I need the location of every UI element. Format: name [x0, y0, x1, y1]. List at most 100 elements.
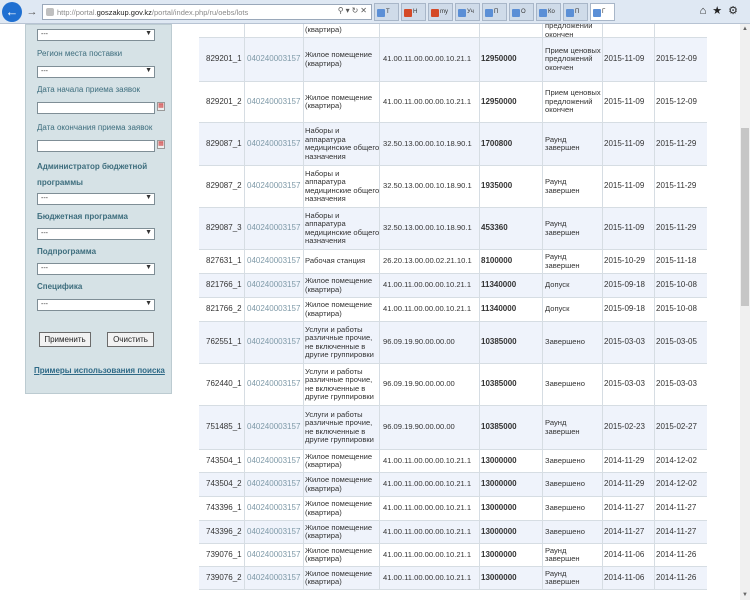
table-row: 821766_2 040240003157 Жилое помещение (ква…: [199, 298, 707, 322]
lot-name: Жилое помещение (квартира): [305, 475, 373, 493]
customer-bin-link[interactable]: 040240003157: [247, 38, 305, 81]
scroll-up-arrow-icon[interactable]: ▲: [740, 24, 750, 34]
ktru-code: 41.00.11.00.00.00.10.21.1: [383, 549, 472, 559]
column-divider: [654, 521, 655, 544]
table-row: (квартира) предложений окончен: [199, 24, 707, 38]
table-row: 743504_1 040240003157 Жилое помещение (ква…: [199, 450, 707, 473]
browser-tab[interactable]: П: [563, 3, 588, 21]
customer-bin-link[interactable]: 040240003157: [247, 406, 305, 449]
column-divider: [654, 166, 655, 208]
first-select[interactable]: --- ▼: [37, 29, 155, 41]
star-icon[interactable]: ★: [712, 5, 728, 17]
customer-bin-link[interactable]: 040240003157: [247, 274, 305, 297]
lot-name: Жилое помещение (квартира): [305, 50, 373, 68]
scroll-down-arrow-icon[interactable]: ▼: [740, 590, 750, 600]
address-url[interactable]: http://portal.goszakup.gov.kz/portal/ind…: [57, 8, 248, 17]
customer-bin-link[interactable]: 040240003157: [247, 497, 305, 520]
browser-tab[interactable]: О: [509, 3, 534, 21]
customer-bin-link[interactable]: 040240003157: [247, 123, 305, 165]
column-divider: [244, 24, 245, 38]
column-divider: [602, 250, 603, 274]
specific-select[interactable]: --- ▼: [37, 299, 155, 311]
vertical-scrollbar[interactable]: ▲ ▼: [740, 24, 750, 600]
home-icon[interactable]: ⌂: [700, 5, 713, 17]
column-divider: [244, 521, 245, 544]
search-examples-link[interactable]: Примеры использования поиска: [34, 366, 165, 375]
table-row: 743396_1 040240003157 Жилое помещение (ква…: [199, 497, 707, 521]
apply-button[interactable]: Применить: [39, 332, 91, 347]
start-date: 2014-11-06: [604, 549, 645, 559]
lot-name: (квартира): [305, 25, 342, 35]
budget-label: Бюджетная программа: [37, 212, 129, 221]
column-divider: [602, 544, 603, 567]
customer-bin-link[interactable]: 040240003157: [247, 322, 305, 363]
lot-name: Жилое помещение (квартира): [305, 276, 373, 294]
browser-tab[interactable]: Н: [401, 3, 426, 21]
customer-bin-link[interactable]: 040240003157: [247, 250, 305, 273]
column-divider: [379, 82, 380, 123]
customer-bin-link[interactable]: 040240003157: [247, 82, 305, 122]
tab-favicon-icon: [539, 9, 547, 17]
admin-select[interactable]: --- ▼: [37, 193, 155, 205]
column-divider: [654, 123, 655, 166]
column-divider: [542, 450, 543, 473]
column-divider: [303, 123, 304, 166]
gear-icon[interactable]: ⚙: [728, 5, 744, 17]
customer-bin-link[interactable]: 040240003157: [247, 450, 305, 472]
chevron-down-icon: ▼: [145, 67, 152, 74]
column-divider: [379, 24, 380, 38]
start-date-input[interactable]: [37, 102, 155, 114]
back-button[interactable]: ←: [2, 2, 22, 22]
customer-bin-link[interactable]: 040240003157: [247, 544, 305, 566]
customer-bin-link[interactable]: 040240003157: [247, 208, 305, 249]
ktru-code: 41.00.11.00.00.00.10.21.1: [383, 280, 472, 290]
customer-bin-link[interactable]: 040240003157: [247, 298, 305, 321]
lot-status: Завершено: [545, 379, 585, 389]
browser-tab[interactable]: Уч: [455, 3, 480, 21]
browser-tab[interactable]: П: [482, 3, 507, 21]
column-divider: [602, 450, 603, 473]
customer-bin-link[interactable]: 040240003157: [247, 567, 305, 589]
column-divider: [479, 38, 480, 82]
browser-tab[interactable]: Т: [374, 3, 399, 21]
table-row: 827631_1 040240003157 Рабочая станция 26.20…: [199, 250, 707, 274]
filter-panel: --- ▼ Регион места поставки --- ▼ Дата нач…: [25, 24, 172, 394]
customer-bin-link[interactable]: [247, 24, 305, 37]
clear-button[interactable]: Очистить: [107, 332, 154, 347]
lot-sum: 12950000: [481, 96, 517, 106]
browser-tab[interactable]: Г: [590, 3, 615, 21]
scroll-thumb[interactable]: [741, 128, 749, 306]
lot-status: Раунд завершен: [545, 568, 580, 586]
column-divider: [542, 250, 543, 274]
budget-select[interactable]: --- ▼: [37, 228, 155, 240]
browser-tab[interactable]: my: [428, 3, 453, 21]
lot-name: Услуги и работы различные прочие, не вкл…: [305, 409, 374, 444]
customer-bin-link[interactable]: 040240003157: [247, 473, 305, 496]
lot-name: Жилое помещение (квартира): [305, 92, 373, 110]
column-divider: [602, 298, 603, 322]
calendar-icon[interactable]: ▦: [157, 140, 165, 149]
forward-button[interactable]: →: [25, 5, 39, 19]
column-divider: [479, 322, 480, 364]
column-divider: [542, 364, 543, 406]
address-bar-buttons[interactable]: ⚲▾↻✕: [338, 6, 369, 15]
start-date: [604, 24, 654, 37]
end-date-input[interactable]: [37, 140, 155, 152]
region-select[interactable]: --- ▼: [37, 66, 155, 78]
customer-bin-link[interactable]: 040240003157: [247, 166, 305, 207]
column-divider: [479, 274, 480, 298]
column-divider: [479, 298, 480, 322]
tab-favicon-icon: [458, 9, 466, 17]
column-divider: [303, 82, 304, 123]
customer-bin-link[interactable]: 040240003157: [247, 364, 305, 405]
address-bar[interactable]: http://portal.goszakup.gov.kz/portal/ind…: [42, 4, 372, 20]
subprogram-select[interactable]: --- ▼: [37, 263, 155, 275]
browser-tab[interactable]: Ко: [536, 3, 561, 21]
column-divider: [379, 38, 380, 82]
calendar-icon[interactable]: ▦: [157, 102, 165, 111]
tab-label: П: [494, 9, 499, 15]
customer-bin-link[interactable]: 040240003157: [247, 521, 305, 543]
column-divider: [654, 473, 655, 497]
column-divider: [479, 473, 480, 497]
column-divider: [479, 24, 480, 38]
